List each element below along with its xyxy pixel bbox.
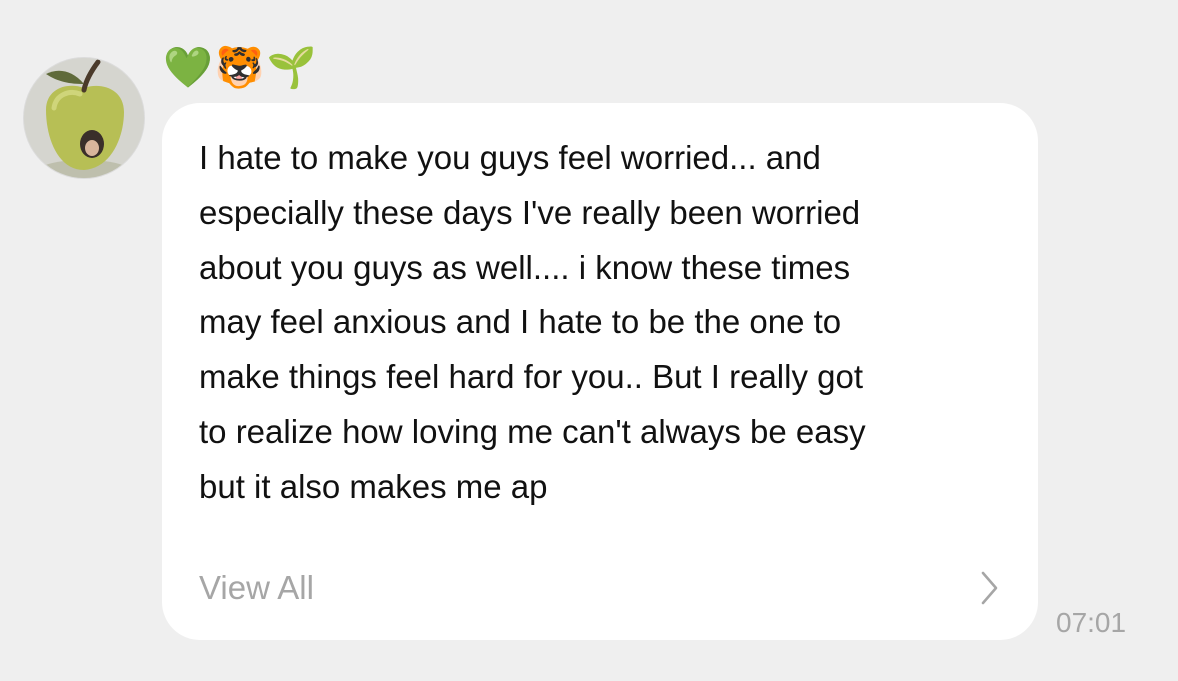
chat-view: 💚🐯🌱 I hate to make you guys feel worried… bbox=[0, 0, 1178, 681]
view-all-label: View All bbox=[199, 569, 314, 606]
message-bubble[interactable]: I hate to make you guys feel worried... … bbox=[162, 103, 1038, 640]
view-all-button[interactable]: View All bbox=[162, 548, 1038, 628]
message-text: I hate to make you guys feel worried... … bbox=[199, 139, 866, 505]
message-timestamp: 07:01 bbox=[1056, 607, 1127, 638]
apple-avatar-image bbox=[24, 58, 144, 178]
chevron-right-icon bbox=[980, 570, 1000, 611]
sender-name-emoji: 💚🐯🌱 bbox=[163, 45, 319, 91]
avatar[interactable] bbox=[24, 58, 144, 178]
